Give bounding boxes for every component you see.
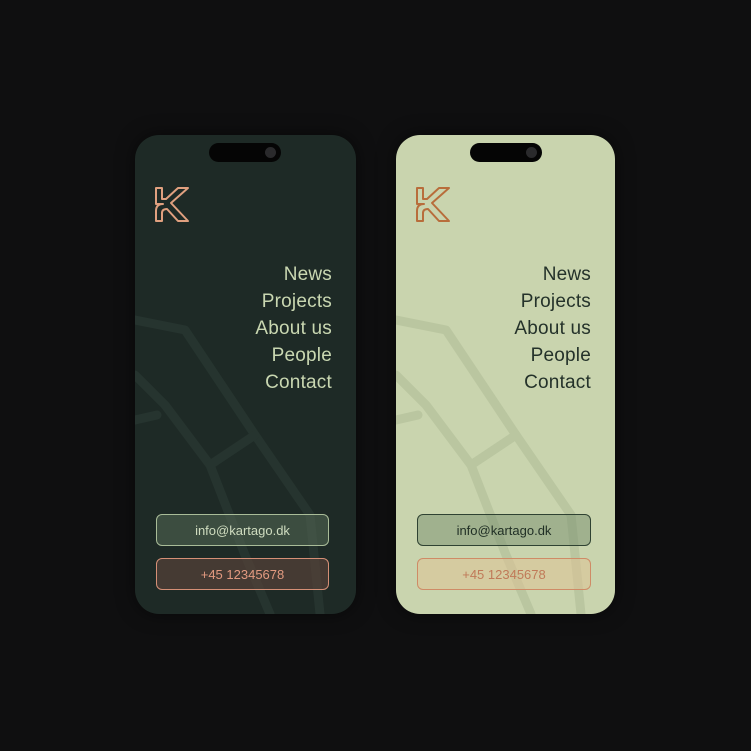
nav-item-news[interactable]: News: [255, 261, 332, 288]
nav-item-about-us[interactable]: About us: [514, 315, 591, 342]
main-nav: News Projects About us People Contact: [255, 261, 332, 396]
nav-item-projects[interactable]: Projects: [255, 288, 332, 315]
nav-item-contact[interactable]: Contact: [255, 369, 332, 396]
phone-button[interactable]: +45 12345678: [417, 558, 591, 590]
nav-item-about-us[interactable]: About us: [255, 315, 332, 342]
email-button[interactable]: info@kartago.dk: [417, 514, 591, 546]
nav-item-projects[interactable]: Projects: [514, 288, 591, 315]
dynamic-island: [209, 143, 281, 162]
nav-item-people[interactable]: People: [255, 342, 332, 369]
phone-mockup-light: News Projects About us People Contact in…: [396, 135, 615, 614]
kartago-k-logo-icon[interactable]: [414, 185, 454, 225]
nav-item-people[interactable]: People: [514, 342, 591, 369]
nav-item-news[interactable]: News: [514, 261, 591, 288]
nav-item-contact[interactable]: Contact: [514, 369, 591, 396]
phone-mockup-dark: News Projects About us People Contact in…: [135, 135, 356, 614]
phone-button[interactable]: +45 12345678: [156, 558, 329, 590]
camera-icon: [526, 147, 537, 158]
camera-icon: [265, 147, 276, 158]
main-nav: News Projects About us People Contact: [514, 261, 591, 396]
kartago-k-logo-icon[interactable]: [153, 185, 193, 225]
email-button[interactable]: info@kartago.dk: [156, 514, 329, 546]
dynamic-island: [470, 143, 542, 162]
